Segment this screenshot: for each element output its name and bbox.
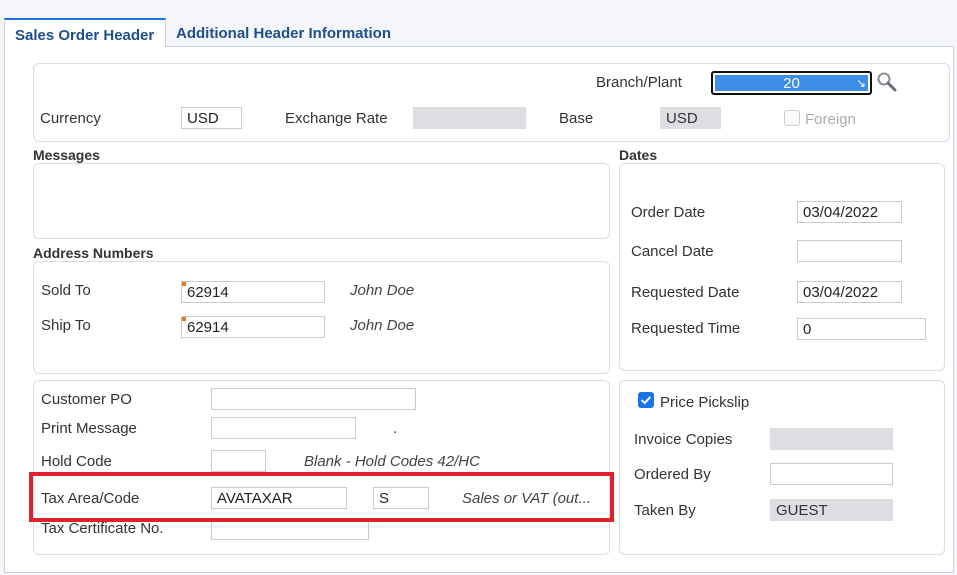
foreign-checkbox[interactable]: [784, 110, 800, 126]
expand-arrow-icon: ↘: [855, 76, 866, 90]
customer-po-label: Customer PO: [41, 391, 132, 408]
requested-time-input[interactable]: 0: [797, 318, 926, 340]
tax-code-input[interactable]: S: [373, 487, 429, 509]
requested-date-input[interactable]: 03/04/2022: [797, 281, 902, 303]
sold-to-input[interactable]: 62914: [181, 281, 325, 303]
print-message-label: Print Message: [41, 420, 137, 437]
form-panel: Branch/Plant 20 ↘ Currency USD Exchange …: [4, 46, 954, 573]
ship-to-label: Ship To: [41, 317, 91, 334]
required-marker: [182, 282, 186, 286]
invoice-copies-label: Invoice Copies: [634, 431, 733, 448]
branch-plant-input[interactable]: 20 ↘: [711, 71, 872, 95]
customer-po-input[interactable]: [211, 388, 416, 410]
currency-label: Currency: [40, 110, 101, 127]
search-icon[interactable]: [876, 71, 898, 93]
base-currency-value: USD: [660, 107, 721, 129]
tab-additional-header-information[interactable]: Additional Header Information: [166, 18, 401, 47]
foreign-label: Foreign: [805, 111, 856, 128]
tax-area-label: Tax Area/Code: [41, 490, 140, 507]
tab-sales-order-header[interactable]: Sales Order Header: [4, 18, 166, 47]
exchange-rate-label: Exchange Rate: [285, 110, 388, 127]
hold-code-label: Hold Code: [41, 453, 112, 470]
tax-code-description: Sales or VAT (out...: [462, 490, 591, 507]
messages-box: [33, 163, 610, 239]
sold-to-name: John Doe: [350, 282, 415, 299]
address-numbers-title: Address Numbers: [33, 245, 154, 261]
order-date-label: Order Date: [631, 204, 706, 221]
tax-certificate-label: Tax Certificate No.: [41, 520, 164, 537]
print-message-input[interactable]: [211, 417, 356, 439]
currency-input[interactable]: USD: [181, 107, 242, 129]
branch-plant-value: 20: [783, 75, 800, 92]
requested-time-label: Requested Time: [631, 320, 741, 337]
print-message-description: .: [393, 420, 398, 437]
tax-area-input[interactable]: AVATAXAR: [211, 487, 347, 509]
price-pickslip-label: Price Pickslip: [660, 394, 750, 411]
ship-to-value: 62914: [187, 319, 229, 336]
checkmark-icon: [640, 396, 652, 405]
cancel-date-input[interactable]: [797, 240, 902, 262]
tax-certificate-input[interactable]: [211, 518, 369, 540]
order-date-input[interactable]: 03/04/2022: [797, 201, 902, 223]
price-pickslip-checkbox[interactable]: [638, 392, 654, 408]
ordered-by-input[interactable]: [770, 463, 893, 485]
cancel-date-label: Cancel Date: [631, 243, 714, 260]
ship-to-name: John Doe: [350, 317, 415, 334]
hold-code-description: Blank - Hold Codes 42/HC: [304, 453, 480, 470]
branch-plant-label: Branch/Plant: [596, 74, 682, 91]
exchange-rate-input: [413, 107, 526, 129]
messages-title: Messages: [33, 147, 100, 163]
requested-date-label: Requested Date: [631, 284, 740, 301]
dates-title: Dates: [619, 147, 658, 163]
base-label: Base: [559, 110, 594, 127]
ship-to-input[interactable]: 62914: [181, 316, 325, 338]
taken-by-value: GUEST: [770, 499, 893, 521]
hold-code-input[interactable]: [211, 450, 266, 472]
taken-by-label: Taken By: [634, 502, 696, 519]
sold-to-value: 62914: [187, 284, 229, 301]
sold-to-label: Sold To: [41, 282, 91, 299]
required-marker: [182, 317, 186, 321]
ordered-by-label: Ordered By: [634, 466, 711, 483]
invoice-copies-input: [770, 428, 893, 450]
